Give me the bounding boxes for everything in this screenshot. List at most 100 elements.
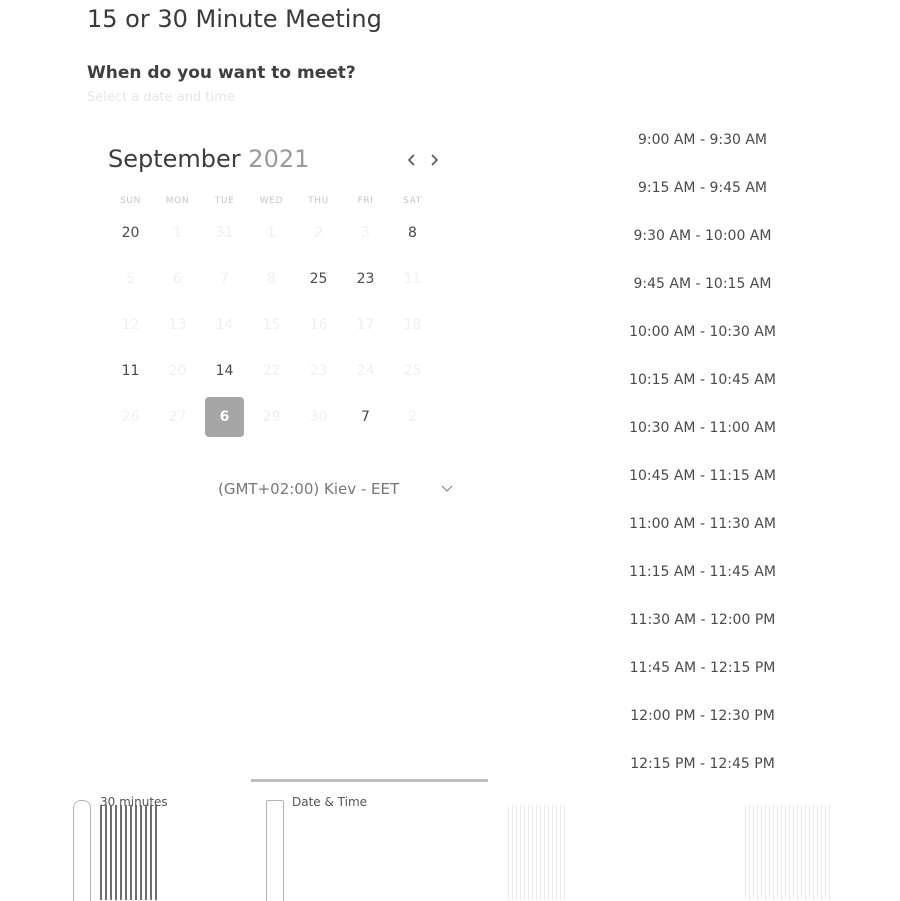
- day-number: 8: [408, 225, 417, 241]
- time-slot[interactable]: 9:00 AM - 9:30 AM: [620, 116, 785, 164]
- time-slot[interactable]: 10:30 AM - 11:00 AM: [620, 404, 785, 452]
- day-number: 7: [220, 271, 229, 287]
- calendar-day: 31: [201, 210, 248, 256]
- time-slot[interactable]: 10:15 AM - 10:45 AM: [620, 356, 785, 404]
- calendar-day: 25: [389, 348, 436, 394]
- duration-barcode-decoration: [100, 805, 157, 900]
- calendar-grid: SUN MON TUE WED THU FRI SAT 20 1 31 1 2 3 8 5 6 7 8 25 23 11…: [107, 192, 436, 440]
- calendar-day: 22: [248, 348, 295, 394]
- next-month-button[interactable]: [424, 150, 444, 170]
- calendar-month-label: September 2021: [108, 145, 309, 173]
- day-number: 12: [121, 317, 140, 333]
- day-number: 15: [262, 317, 281, 333]
- calendar-day: 2: [295, 210, 342, 256]
- timezone-label: (GMT+02:00) Kiev - EET: [218, 480, 400, 498]
- calendar-day[interactable]: 11: [107, 348, 154, 394]
- day-number: 29: [262, 409, 281, 425]
- day-number: 1: [267, 225, 276, 241]
- timezone-select[interactable]: (GMT+02:00) Kiev - EET: [218, 478, 453, 500]
- calendar-day: 24: [342, 348, 389, 394]
- day-number: 6: [205, 397, 244, 437]
- calendar-day: 16: [295, 302, 342, 348]
- calendar-day: 20: [154, 348, 201, 394]
- chevron-right-icon: [431, 154, 439, 166]
- day-number: 2: [314, 225, 323, 241]
- step-progress-divider: [251, 779, 488, 782]
- page-title: 15 or 30 Minute Meeting: [87, 5, 382, 33]
- month-name: September: [108, 145, 241, 173]
- time-slot[interactable]: 12:00 PM - 12:30 PM: [620, 692, 785, 740]
- day-number: 16: [309, 317, 328, 333]
- calendar-day[interactable]: 23: [342, 256, 389, 302]
- calendar-day: 29: [248, 394, 295, 440]
- calendar-day: 1: [154, 210, 201, 256]
- day-number: 25: [403, 363, 422, 379]
- day-number: 3: [361, 225, 370, 241]
- faint-decoration-left: [508, 805, 565, 900]
- time-slot[interactable]: 9:45 AM - 10:15 AM: [620, 260, 785, 308]
- day-number: 11: [121, 363, 140, 379]
- day-number: 1: [173, 225, 182, 241]
- calendar-day: 13: [154, 302, 201, 348]
- time-slot[interactable]: 11:15 AM - 11:45 AM: [620, 548, 785, 596]
- calendar-day: 30: [295, 394, 342, 440]
- time-slot[interactable]: 10:45 AM - 11:15 AM: [620, 452, 785, 500]
- calendar-day[interactable]: 14: [201, 348, 248, 394]
- day-number: 8: [267, 271, 276, 287]
- time-slot[interactable]: 10:00 AM - 10:30 AM: [620, 308, 785, 356]
- weekday-header: FRI: [357, 196, 374, 206]
- day-number: 31: [215, 225, 234, 241]
- calendar-day[interactable]: 8: [389, 210, 436, 256]
- time-slot[interactable]: 9:15 AM - 9:45 AM: [620, 164, 785, 212]
- selected-day[interactable]: 6: [201, 394, 248, 440]
- calendar-day[interactable]: 20: [107, 210, 154, 256]
- day-number: 14: [215, 317, 234, 333]
- time-slot[interactable]: 11:45 AM - 12:15 PM: [620, 644, 785, 692]
- previous-month-button[interactable]: [402, 150, 422, 170]
- day-number: 20: [168, 363, 187, 379]
- weekday-header: SUN: [120, 196, 141, 206]
- time-slot[interactable]: 12:15 PM - 12:45 PM: [620, 740, 785, 788]
- time-slot[interactable]: 9:30 AM - 10:00 AM: [620, 212, 785, 260]
- day-number: 23: [309, 363, 328, 379]
- calendar-day: 15: [248, 302, 295, 348]
- clock-icon: [73, 800, 91, 901]
- date-time-label: Date & Time: [292, 795, 368, 809]
- day-number: 26: [121, 409, 140, 425]
- calendar-day: 5: [107, 256, 154, 302]
- weekday-header: TUE: [214, 196, 235, 206]
- calendar-day: 11: [389, 256, 436, 302]
- day-number: 24: [356, 363, 375, 379]
- calendar-icon: [266, 800, 284, 901]
- day-number: 6: [173, 271, 182, 287]
- weekday-header: SAT: [403, 196, 422, 206]
- day-number: 17: [356, 317, 375, 333]
- day-number: 18: [403, 317, 422, 333]
- chevron-down-icon: [441, 485, 453, 492]
- day-number: 2: [408, 409, 417, 425]
- calendar-day[interactable]: 25: [295, 256, 342, 302]
- calendar-day: 17: [342, 302, 389, 348]
- day-number: 25: [309, 271, 328, 287]
- day-number: 22: [262, 363, 281, 379]
- year-name: 2021: [248, 145, 310, 173]
- chevron-left-icon: [407, 154, 415, 166]
- calendar-day: 23: [295, 348, 342, 394]
- day-number: 30: [309, 409, 328, 425]
- day-number: 11: [403, 271, 422, 287]
- calendar-day[interactable]: 7: [342, 394, 389, 440]
- select-hint: Select a date and time: [87, 90, 235, 105]
- meet-question: When do you want to meet?: [87, 63, 356, 83]
- day-number: 27: [168, 409, 187, 425]
- time-slot[interactable]: 11:00 AM - 11:30 AM: [620, 500, 785, 548]
- day-number: 7: [361, 409, 370, 425]
- day-number: 5: [126, 271, 135, 287]
- step-date-time: Date & Time: [292, 794, 367, 809]
- calendar-day: 27: [154, 394, 201, 440]
- day-number: 23: [356, 271, 375, 287]
- calendar-day: 1: [248, 210, 295, 256]
- time-slot[interactable]: 11:30 AM - 12:00 PM: [620, 596, 785, 644]
- weekday-header: THU: [308, 196, 329, 206]
- calendar-day: 2: [389, 394, 436, 440]
- day-number: 13: [168, 317, 187, 333]
